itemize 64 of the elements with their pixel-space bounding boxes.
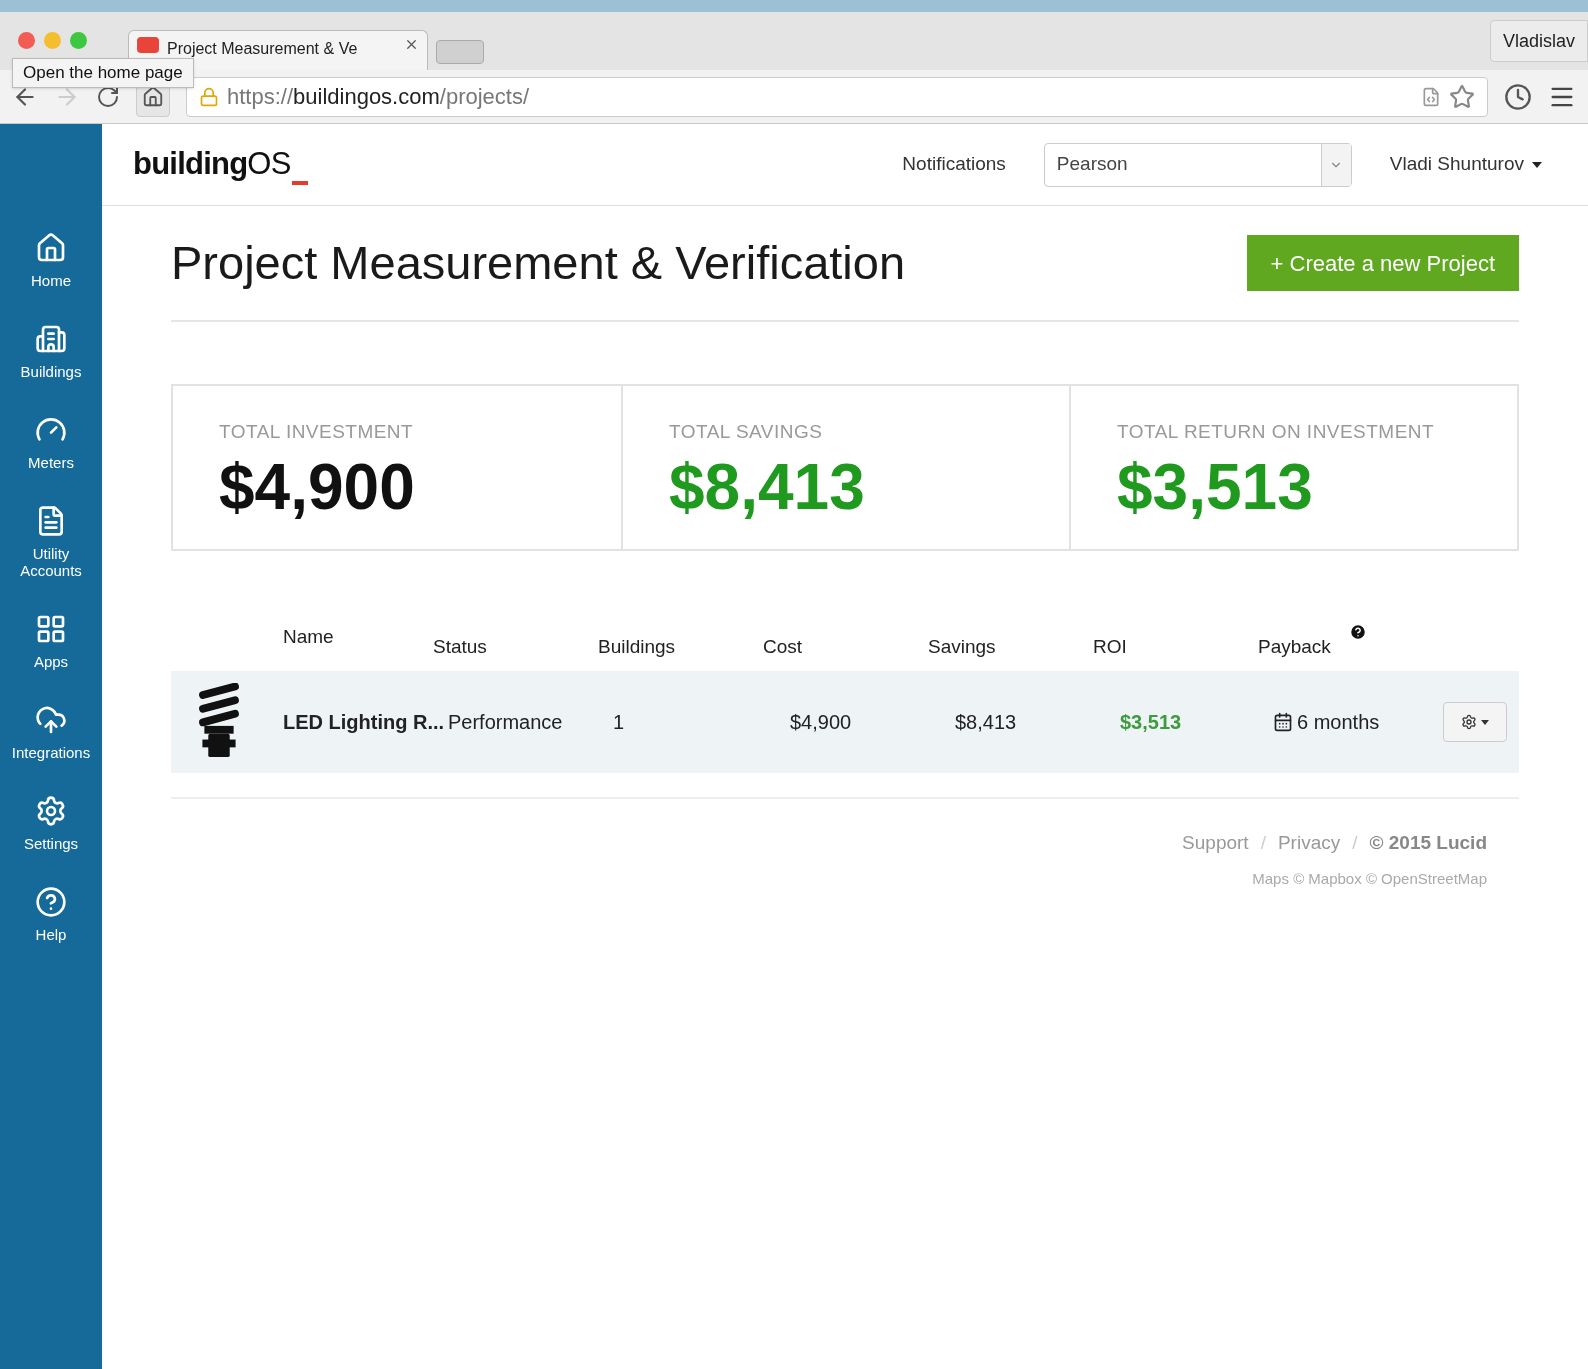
user-menu[interactable]: Vladi Shunturov — [1389, 150, 1542, 179]
separator: / — [1260, 831, 1266, 855]
column-header: Buildings — [598, 634, 676, 659]
page-code-icon[interactable] — [1421, 86, 1441, 107]
stat-value: $4,900 — [219, 449, 416, 525]
column-header: Savings — [928, 634, 996, 659]
map-attribution: Maps © Mapbox © OpenStreetMap — [1252, 868, 1487, 889]
project-row[interactable]: LED Lighting R... Performance 1 $4,900 $8,413 $3,513 6 months — [171, 671, 1519, 773]
building-icon — [35, 323, 67, 355]
copyright-text: © 2015 Lucid — [1369, 831, 1487, 855]
table-cell-text: 1 — [613, 710, 626, 735]
grid-icon — [35, 613, 67, 645]
logo[interactable]: buildingOS — [133, 141, 308, 188]
url-text: https://buildingos.com/projects/ — [227, 83, 530, 111]
calendar-icon — [1273, 712, 1293, 732]
table-cell-text: LED Lighting R... — [283, 710, 446, 735]
page-title: Project Measurement & Verification — [171, 234, 906, 291]
table-cell-text: $4,900 — [789, 710, 853, 735]
favicon-icon — [137, 37, 159, 53]
stat-value: $8,413 — [669, 449, 866, 525]
caret-icon — [1532, 161, 1542, 168]
stat-label: TOTAL INVESTMENT — [219, 420, 415, 444]
sidebar-item[interactable]: Meters — [1, 414, 101, 471]
table-cell-text: $8,413 — [954, 710, 1018, 735]
column-header: Name — [283, 625, 334, 649]
settings-dropdown-button[interactable] — [1443, 702, 1507, 742]
cloud-icon — [35, 704, 67, 736]
help-icon[interactable] — [1348, 622, 1367, 641]
sidebar-item[interactable]: Apps — [1, 613, 101, 670]
address-bar[interactable]: https://buildingos.com/projects/ — [186, 76, 1488, 117]
stat-value: $3,513 — [1117, 449, 1314, 525]
settings-icon — [1461, 714, 1477, 730]
table-cell-text: $3,513 — [1119, 710, 1183, 735]
column-header: Cost — [763, 634, 803, 659]
clock-icon[interactable] — [1504, 82, 1532, 111]
browser-tab[interactable]: Project Measurement & Ve — [128, 30, 428, 70]
sidebar-item[interactable]: Home — [1, 232, 101, 289]
home-icon — [142, 85, 164, 108]
tooltip: Open the home page — [12, 58, 194, 88]
caret-icon — [1481, 719, 1489, 725]
separator: / — [1352, 831, 1358, 855]
table-cell-text: Performance — [448, 710, 564, 735]
table-cell: 6 months — [1273, 707, 1443, 737]
organization-select[interactable]: Pearson — [1043, 142, 1352, 187]
stat-label: TOTAL RETURN ON INVESTMENT — [1117, 420, 1436, 444]
tab-title: Project Measurement & Ve — [167, 39, 358, 59]
column-header: ROI — [1093, 634, 1127, 659]
column-header: Status — [433, 634, 487, 659]
notifications-link[interactable]: Notifications — [902, 150, 1006, 179]
help-icon — [35, 886, 67, 918]
bookmark-star-icon[interactable] — [1449, 83, 1475, 110]
close-window-icon[interactable] — [18, 32, 35, 49]
home-icon — [35, 232, 67, 264]
sidebar-item[interactable]: Help — [1, 886, 101, 943]
sidebar-item[interactable]: Utility Accounts — [1, 505, 101, 579]
column-header: Payback — [1258, 634, 1331, 659]
sidebar-item[interactable]: Buildings — [1, 323, 101, 380]
sidebar-item[interactable]: Settings — [1, 795, 101, 852]
stat-label: TOTAL SAVINGS — [669, 420, 824, 444]
close-icon[interactable] — [404, 37, 419, 52]
settings-icon — [35, 795, 67, 827]
profile-button[interactable]: Vladislav — [1489, 20, 1588, 62]
lock-warning-icon — [199, 86, 219, 107]
sidebar-item[interactable]: Integrations — [1, 704, 101, 761]
